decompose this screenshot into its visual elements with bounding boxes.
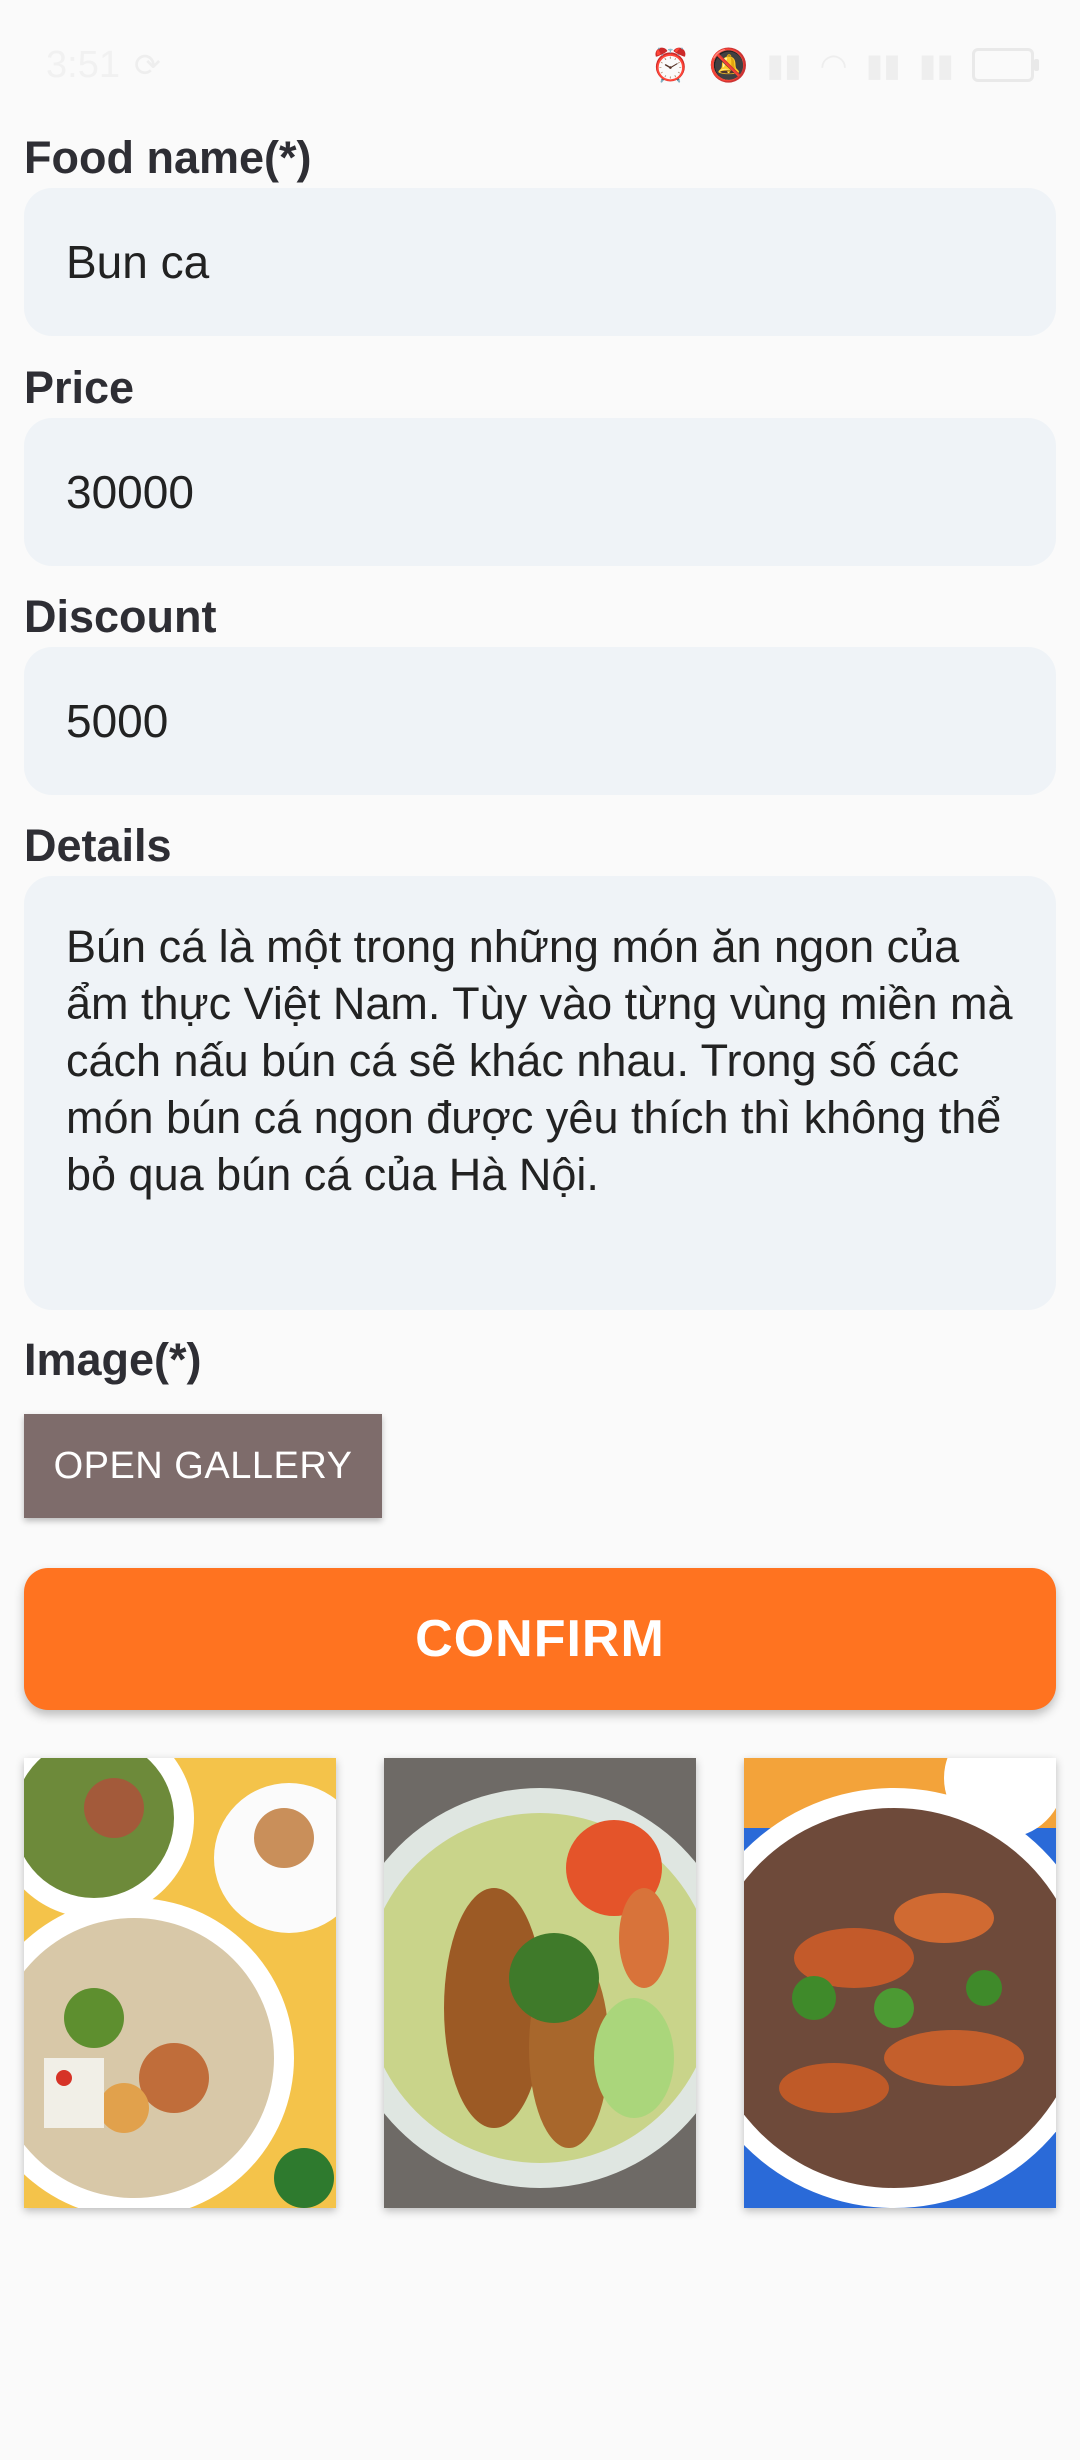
discount-value: 5000 xyxy=(66,695,169,747)
food-name-label: Food name(*) xyxy=(24,132,312,183)
status-time: 3:51 xyxy=(46,43,120,86)
image-label: Image(*) xyxy=(24,1334,202,1385)
mute-icon: 🔕 xyxy=(708,47,749,83)
signal-icon: ▮▮ xyxy=(865,47,901,83)
discount-label: Discount xyxy=(24,591,217,642)
details-textarea[interactable]: Bún cá là một trong những món ăn ngon củ… xyxy=(24,876,1056,1310)
details-label: Details xyxy=(24,820,172,871)
status-right: ⏰ 🔕 ▮▮ ◠ ▮▮ ▮▮ xyxy=(650,47,1039,83)
sync-icon: ⟳ xyxy=(133,47,161,83)
confirm-button[interactable]: CONFIRM xyxy=(24,1568,1056,1710)
alarm-icon: ⏰ xyxy=(650,47,691,83)
signal-icon: ▮▮ xyxy=(918,47,954,83)
food-name-value: Bun ca xyxy=(66,236,210,288)
wifi-icon: ◠ xyxy=(819,47,848,83)
price-input[interactable]: 30000 xyxy=(24,418,1056,566)
signal-icon: ▮▮ xyxy=(766,47,802,83)
status-left: 3:51 ⟳ xyxy=(46,44,161,87)
battery-icon xyxy=(972,48,1039,82)
food-name-input[interactable]: Bun ca xyxy=(24,188,1056,336)
food-photo-2[interactable] xyxy=(384,1758,696,2208)
details-value: Bún cá là một trong những món ăn ngon củ… xyxy=(66,921,1013,1200)
status-bar: 3:51 ⟳ ⏰ 🔕 ▮▮ ◠ ▮▮ ▮▮ xyxy=(0,0,1080,130)
price-value: 30000 xyxy=(66,466,194,518)
food-photo-1[interactable] xyxy=(24,1758,336,2208)
discount-input[interactable]: 5000 xyxy=(24,647,1056,795)
open-gallery-button[interactable]: OPEN GALLERY xyxy=(24,1414,382,1518)
price-label: Price xyxy=(24,362,135,413)
food-photo-3[interactable] xyxy=(744,1758,1056,2208)
